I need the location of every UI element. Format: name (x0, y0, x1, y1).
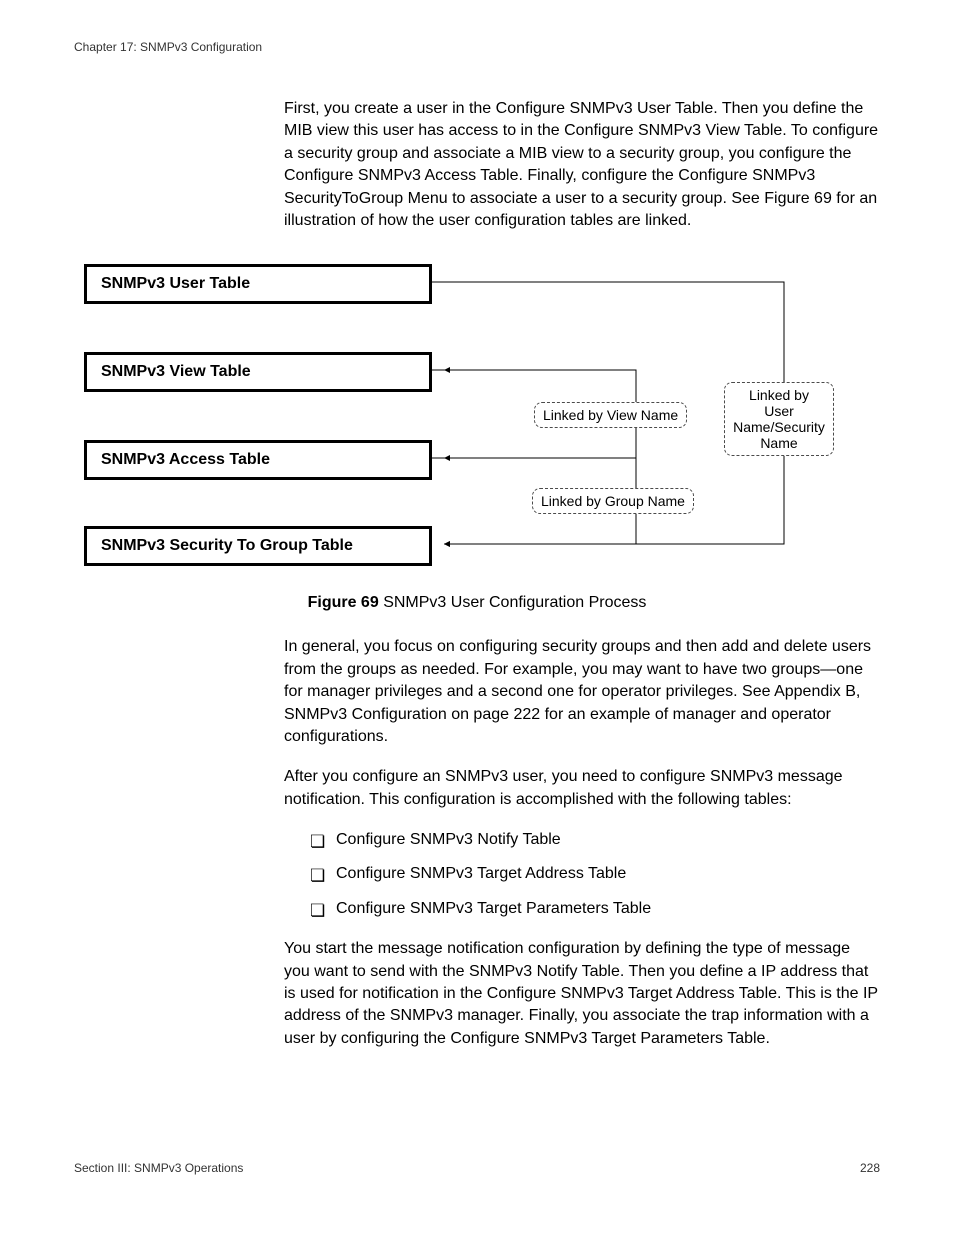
box-user-table: SNMPv3 User Table (84, 264, 432, 304)
figure-text: SNMPv3 User Configuration Process (383, 594, 646, 611)
box-access-table: SNMPv3 Access Table (84, 440, 432, 480)
box-s2g-table: SNMPv3 Security To Group Table (84, 526, 432, 566)
notify-tables-list: ❏Configure SNMPv3 Notify Table ❏Configur… (284, 829, 880, 920)
chapter-header: Chapter 17: SNMPv3 Configuration (74, 40, 880, 54)
paragraph-2: In general, you focus on configuring sec… (284, 636, 880, 748)
paragraph-intro: First, you create a user in the Configur… (284, 98, 880, 232)
figure-label: Figure 69 (308, 594, 379, 611)
list-item-label: Configure SNMPv3 Target Address Table (336, 865, 626, 882)
paragraph-3: After you configure an SNMPv3 user, you … (284, 766, 880, 811)
bullet-icon: ❏ (310, 899, 325, 923)
link-view-name: Linked by View Name (534, 402, 687, 428)
paragraph-4: You start the message notification confi… (284, 938, 880, 1050)
link-user-sec: Linked by User Name/Security Name (724, 382, 834, 456)
list-item-label: Configure SNMPv3 Target Parameters Table (336, 900, 651, 917)
page-footer: Section III: SNMPv3 Operations 228 (74, 1161, 880, 1175)
list-item: ❏Configure SNMPv3 Target Address Table (316, 863, 880, 885)
bullet-icon: ❏ (310, 864, 325, 888)
list-item: ❏Configure SNMPv3 Target Parameters Tabl… (316, 898, 880, 920)
footer-section: Section III: SNMPv3 Operations (74, 1161, 243, 1175)
box-view-table: SNMPv3 View Table (84, 352, 432, 392)
list-item: ❏Configure SNMPv3 Notify Table (316, 829, 880, 851)
list-item-label: Configure SNMPv3 Notify Table (336, 831, 561, 848)
bullet-icon: ❏ (310, 830, 325, 854)
footer-page: 228 (860, 1161, 880, 1175)
figure-caption: Figure 69 SNMPv3 User Configuration Proc… (74, 594, 880, 612)
link-group-name: Linked by Group Name (532, 488, 694, 514)
figure-69-diagram: SNMPv3 User Table SNMPv3 View Table SNMP… (84, 262, 844, 562)
